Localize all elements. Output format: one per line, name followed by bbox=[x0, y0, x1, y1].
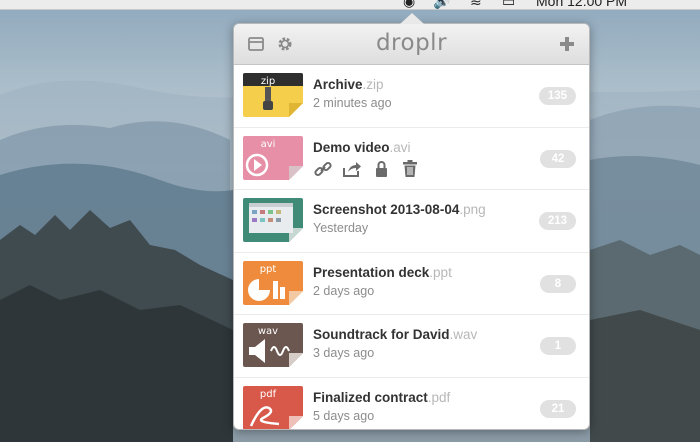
file-time: 3 days ago bbox=[313, 346, 375, 360]
wav-thumbnail: wav bbox=[243, 323, 303, 367]
brand-logo: droplr bbox=[375, 30, 448, 56]
menu-bar: ◉ 🔊 ≋ ▭ Mon 12:00 PM bbox=[0, 0, 700, 10]
file-row-soundtrack[interactable]: wav Soundtrack for David.wav 3 days ago … bbox=[234, 315, 589, 378]
add-icon[interactable] bbox=[558, 35, 576, 53]
battery-icon[interactable]: ▭ bbox=[502, 0, 515, 9]
lock-icon[interactable] bbox=[371, 160, 391, 178]
volume-icon[interactable]: 🔊 bbox=[433, 0, 450, 9]
ppt-thumbnail: ppt bbox=[243, 260, 303, 305]
file-name: Demo video.avi bbox=[313, 139, 411, 155]
file-row-presentation[interactable]: ppt Presentation deck.ppt 2 days ago 8 bbox=[234, 253, 589, 315]
view-count-badge: 1 bbox=[540, 337, 576, 355]
file-name: Screenshot 2013-08-04.png bbox=[313, 202, 486, 217]
file-extension: .wav bbox=[449, 327, 478, 342]
file-time: 2 minutes ago bbox=[313, 96, 392, 110]
file-time: 5 days ago bbox=[313, 408, 375, 423]
view-count-badge: 42 bbox=[540, 149, 576, 168]
thumb-label: avi bbox=[260, 138, 276, 150]
file-extension: .pdf bbox=[427, 389, 451, 405]
zip-thumbnail: zip bbox=[243, 73, 303, 117]
view-count-badge: 135 bbox=[538, 87, 576, 105]
file-name: Presentation deck.ppt bbox=[313, 264, 452, 280]
file-actions bbox=[313, 159, 420, 178]
thumb-label: wav bbox=[257, 326, 279, 337]
link-icon[interactable] bbox=[313, 160, 333, 178]
thumb-label: pdf bbox=[259, 388, 277, 400]
file-extension: .png bbox=[459, 202, 486, 217]
file-time: 2 days ago bbox=[313, 283, 375, 298]
screenshot-thumbnail bbox=[243, 198, 303, 242]
file-name: Archive.zip bbox=[313, 77, 384, 92]
thumb-label: ppt bbox=[259, 263, 277, 275]
file-row-archive[interactable]: zip Archive.zip 2 minutes ago 135 bbox=[234, 65, 589, 128]
file-list: zip Archive.zip 2 minutes ago 135 avi De… bbox=[234, 65, 589, 429]
menubar-clock[interactable]: Mon 12:00 PM bbox=[536, 0, 627, 9]
file-extension: .avi bbox=[389, 139, 411, 155]
view-count-badge: 8 bbox=[540, 274, 576, 293]
file-name: Finalized contract.pdf bbox=[313, 389, 451, 405]
file-row-contract[interactable]: pdf Finalized contract.pdf 5 days ago 21 bbox=[234, 378, 589, 429]
trash-icon[interactable] bbox=[400, 159, 420, 178]
view-count-badge: 213 bbox=[538, 212, 576, 230]
screenshot-preview-image bbox=[243, 198, 303, 242]
share-icon[interactable] bbox=[342, 160, 362, 178]
popover-arrow bbox=[400, 13, 424, 24]
file-extension: .ppt bbox=[429, 264, 452, 280]
droplr-panel: droplr zip Archive.zip 2 minutes ago 135 bbox=[233, 23, 590, 430]
panel-header: droplr bbox=[234, 24, 589, 65]
file-row-screenshot[interactable]: Screenshot 2013-08-04.png Yesterday 213 bbox=[234, 190, 589, 253]
avi-thumbnail: avi bbox=[243, 135, 303, 180]
wifi-icon[interactable]: ≋ bbox=[470, 0, 482, 9]
file-row-demo-video[interactable]: avi Demo video.avi 42 bbox=[234, 128, 589, 190]
pdf-thumbnail: pdf bbox=[243, 385, 303, 429]
thumb-label: zip bbox=[260, 76, 276, 87]
file-name: Soundtrack for David.wav bbox=[313, 327, 478, 342]
file-extension: .zip bbox=[362, 77, 384, 92]
droplr-menu-icon[interactable]: ◉ bbox=[403, 0, 415, 9]
file-time: Yesterday bbox=[313, 221, 369, 235]
view-count-badge: 21 bbox=[540, 399, 576, 418]
